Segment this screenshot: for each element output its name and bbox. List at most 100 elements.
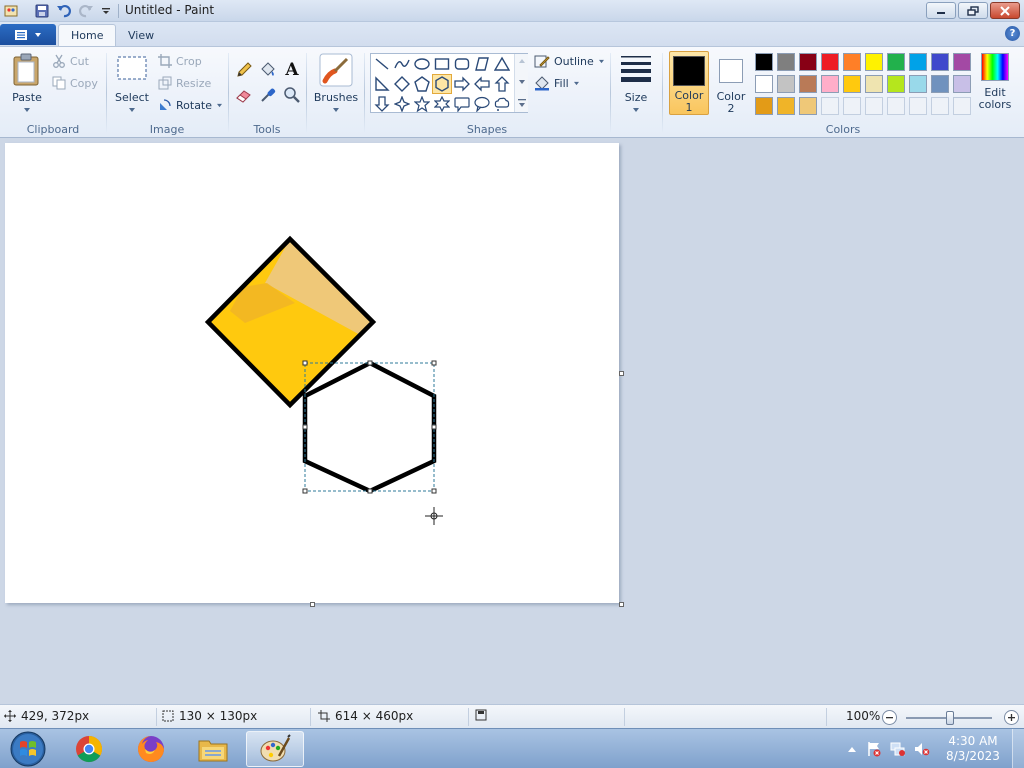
minimize-button[interactable] <box>926 2 956 19</box>
taskbar-firefox[interactable] <box>122 731 180 767</box>
palette-color-swatch[interactable] <box>909 75 927 93</box>
palette-color-swatch[interactable] <box>799 97 817 115</box>
rectangle-shape-icon[interactable] <box>432 54 452 74</box>
show-hidden-icons[interactable] <box>844 741 860 757</box>
outline-button[interactable]: Outline <box>534 51 605 71</box>
oval-shape-icon[interactable] <box>412 54 432 74</box>
rotate-button[interactable]: Rotate <box>158 95 223 115</box>
selection-handle[interactable] <box>302 360 308 366</box>
down-arrow-shape-icon[interactable] <box>372 94 392 114</box>
brushes-button[interactable]: Brushes <box>312 51 360 115</box>
taskbar-paint[interactable] <box>246 731 304 767</box>
four-point-star-shape-icon[interactable] <box>392 94 412 114</box>
hexagon-shape[interactable] <box>302 360 437 494</box>
line-shape-icon[interactable] <box>372 54 392 74</box>
selection-handle[interactable] <box>367 488 373 494</box>
palette-color-swatch[interactable] <box>799 75 817 93</box>
canvas-resize-handle-corner[interactable] <box>619 602 624 607</box>
five-point-star-shape-icon[interactable] <box>412 94 432 114</box>
zoom-slider-thumb[interactable] <box>946 711 954 725</box>
help-icon[interactable]: ? <box>1005 26 1020 41</box>
copy-button[interactable]: Copy <box>52 73 98 93</box>
palette-color-swatch[interactable] <box>843 53 861 71</box>
palette-color-swatch[interactable] <box>931 75 949 93</box>
rounded-rectangle-shape-icon[interactable] <box>452 54 472 74</box>
cloud-callout-shape-icon[interactable] <box>492 94 512 114</box>
palette-color-swatch[interactable] <box>821 97 839 115</box>
six-point-star-shape-icon[interactable] <box>432 94 452 114</box>
start-button[interactable] <box>4 730 52 768</box>
selection-handle[interactable] <box>302 488 308 494</box>
palette-color-swatch[interactable] <box>843 75 861 93</box>
zoom-out-button[interactable] <box>882 710 897 725</box>
pentagon-shape-icon[interactable] <box>412 74 432 94</box>
canvas-workspace[interactable] <box>0 138 1024 704</box>
palette-color-swatch[interactable] <box>887 53 905 71</box>
network-icon[interactable] <box>890 741 906 757</box>
selection-handle[interactable] <box>302 424 308 430</box>
palette-color-swatch[interactable] <box>777 97 795 115</box>
taskbar-clock[interactable]: 4:30 AM 8/3/2023 <box>940 734 1006 764</box>
text-icon[interactable]: A <box>281 59 303 81</box>
magnifier-icon[interactable] <box>281 84 303 106</box>
oval-callout-shape-icon[interactable] <box>472 94 492 114</box>
taskbar-chrome[interactable] <box>60 731 118 767</box>
palette-color-swatch[interactable] <box>799 53 817 71</box>
shapes-scrollbar[interactable] <box>514 54 528 112</box>
selection-handle[interactable] <box>431 360 437 366</box>
paste-button[interactable]: Paste <box>8 51 46 115</box>
select-button[interactable]: Select <box>112 51 152 115</box>
palette-color-swatch[interactable] <box>887 97 905 115</box>
palette-color-swatch[interactable] <box>887 75 905 93</box>
action-center-icon[interactable] <box>866 741 882 757</box>
left-arrow-shape-icon[interactable] <box>472 74 492 94</box>
close-button[interactable] <box>990 2 1020 19</box>
palette-color-swatch[interactable] <box>755 97 773 115</box>
curve-shape-icon[interactable] <box>392 54 412 74</box>
selection-handle[interactable] <box>367 360 373 366</box>
fill-button[interactable]: Fill <box>534 73 580 93</box>
triangle-shape-icon[interactable] <box>492 54 512 74</box>
diamond-shape-icon[interactable] <box>392 74 412 94</box>
palette-color-swatch[interactable] <box>931 97 949 115</box>
palette-color-swatch[interactable] <box>777 75 795 93</box>
selection-handle[interactable] <box>431 424 437 430</box>
drawing-canvas[interactable] <box>5 143 619 603</box>
palette-color-swatch[interactable] <box>843 97 861 115</box>
up-arrow-shape-icon[interactable] <box>492 74 512 94</box>
crop-button[interactable]: Crop <box>158 51 202 71</box>
edit-colors-button[interactable]: Edit colors <box>975 51 1015 115</box>
show-desktop-button[interactable] <box>1012 729 1024 768</box>
palette-color-swatch[interactable] <box>931 53 949 71</box>
tab-home[interactable]: Home <box>58 24 117 46</box>
fill-bucket-icon[interactable] <box>257 59 279 81</box>
selection-handle[interactable] <box>431 488 437 494</box>
customize-toolbar-icon[interactable] <box>98 3 114 19</box>
palette-color-swatch[interactable] <box>865 53 883 71</box>
polygon-shape-icon[interactable] <box>472 54 492 74</box>
canvas-drawing[interactable] <box>5 143 619 603</box>
palette-color-swatch[interactable] <box>953 53 971 71</box>
volume-icon[interactable] <box>914 741 930 757</box>
palette-color-swatch[interactable] <box>909 53 927 71</box>
palette-color-swatch[interactable] <box>953 75 971 93</box>
size-button[interactable]: Size <box>616 51 656 117</box>
palette-color-swatch[interactable] <box>755 53 773 71</box>
palette-color-swatch[interactable] <box>953 97 971 115</box>
zoom-in-button[interactable] <box>1004 710 1019 725</box>
palette-color-swatch[interactable] <box>755 75 773 93</box>
hexagon-shape-icon[interactable] <box>432 74 452 94</box>
palette-color-swatch[interactable] <box>909 97 927 115</box>
paint-app-icon[interactable] <box>3 3 19 19</box>
resize-button[interactable]: Resize <box>158 73 211 93</box>
tab-view[interactable]: View <box>116 24 166 46</box>
redo-icon[interactable] <box>78 3 94 19</box>
canvas-resize-handle-bottom[interactable] <box>310 602 315 607</box>
palette-color-swatch[interactable] <box>865 75 883 93</box>
eraser-icon[interactable] <box>233 84 255 106</box>
color2-button[interactable]: Color 2 <box>711 51 751 115</box>
color-picker-icon[interactable] <box>257 84 279 106</box>
color1-button[interactable]: Color 1 <box>669 51 709 115</box>
pencil-icon[interactable] <box>233 59 255 81</box>
cut-button[interactable]: Cut <box>52 51 89 71</box>
